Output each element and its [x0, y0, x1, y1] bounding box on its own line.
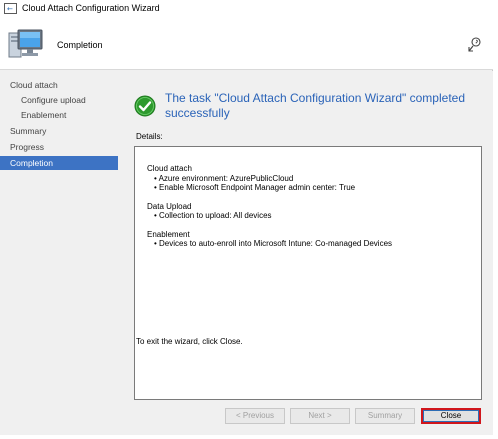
nav-item-completion[interactable]: Completion	[0, 156, 118, 170]
details-label: Details:	[136, 132, 163, 141]
wizard-content: The task "Cloud Attach Configuration Wiz…	[118, 71, 493, 435]
title-bar: ← Cloud Attach Configuration Wizard	[0, 0, 493, 18]
details-group-cloud-attach: Cloud attach • Azure environment: AzureP…	[147, 164, 469, 193]
details-group-enablement: Enablement • Devices to auto-enroll into…	[147, 230, 469, 249]
nav-item-configure-upload[interactable]: Configure upload	[0, 93, 118, 107]
details-line: • Collection to upload: All devices	[154, 211, 272, 220]
page-title: Completion	[57, 40, 103, 50]
details-heading: Enablement	[147, 229, 190, 239]
nav-item-enablement[interactable]: Enablement	[0, 108, 118, 122]
details-heading: Cloud attach	[147, 164, 192, 173]
details-line: • Azure environment: AzurePublicCloud	[154, 173, 294, 183]
exit-instruction: To exit the wizard, click Close.	[136, 337, 243, 346]
details-heading: Data Upload	[147, 201, 192, 211]
computer-icon	[8, 29, 43, 58]
details-line: • Devices to auto-enroll into Microsoft …	[154, 239, 393, 248]
wizard-footer: < Previous Next > Summary Close	[118, 392, 493, 435]
help-icon[interactable]	[467, 36, 483, 52]
details-text-box[interactable]: Cloud attach • Azure environment: AzureP…	[134, 146, 482, 400]
completion-status-message: The task "Cloud Attach Configuration Wiz…	[165, 91, 465, 120]
details-group-data-upload: Data Upload • Collection to upload: All …	[147, 202, 469, 221]
summary-button[interactable]: Summary	[355, 408, 415, 424]
previous-button[interactable]: < Previous	[225, 408, 285, 424]
next-button[interactable]: Next >	[290, 408, 350, 424]
nav-item-cloud-attach[interactable]: Cloud attach	[0, 78, 118, 92]
nav-item-summary[interactable]: Summary	[0, 124, 118, 138]
close-button[interactable]: Close	[421, 408, 481, 424]
nav-item-progress[interactable]: Progress	[0, 140, 118, 154]
success-checkmark-icon	[134, 95, 156, 117]
wizard-window: ← Cloud Attach Configuration Wizard Comp…	[0, 0, 493, 435]
wizard-header: Completion	[0, 18, 493, 70]
wizard-app-icon: ←	[4, 3, 17, 14]
details-line: • Enable Microsoft Endpoint Manager admi…	[154, 183, 356, 192]
wizard-navigation: Cloud attach Configure upload Enablement…	[0, 71, 118, 435]
window-title: Cloud Attach Configuration Wizard	[22, 3, 160, 13]
